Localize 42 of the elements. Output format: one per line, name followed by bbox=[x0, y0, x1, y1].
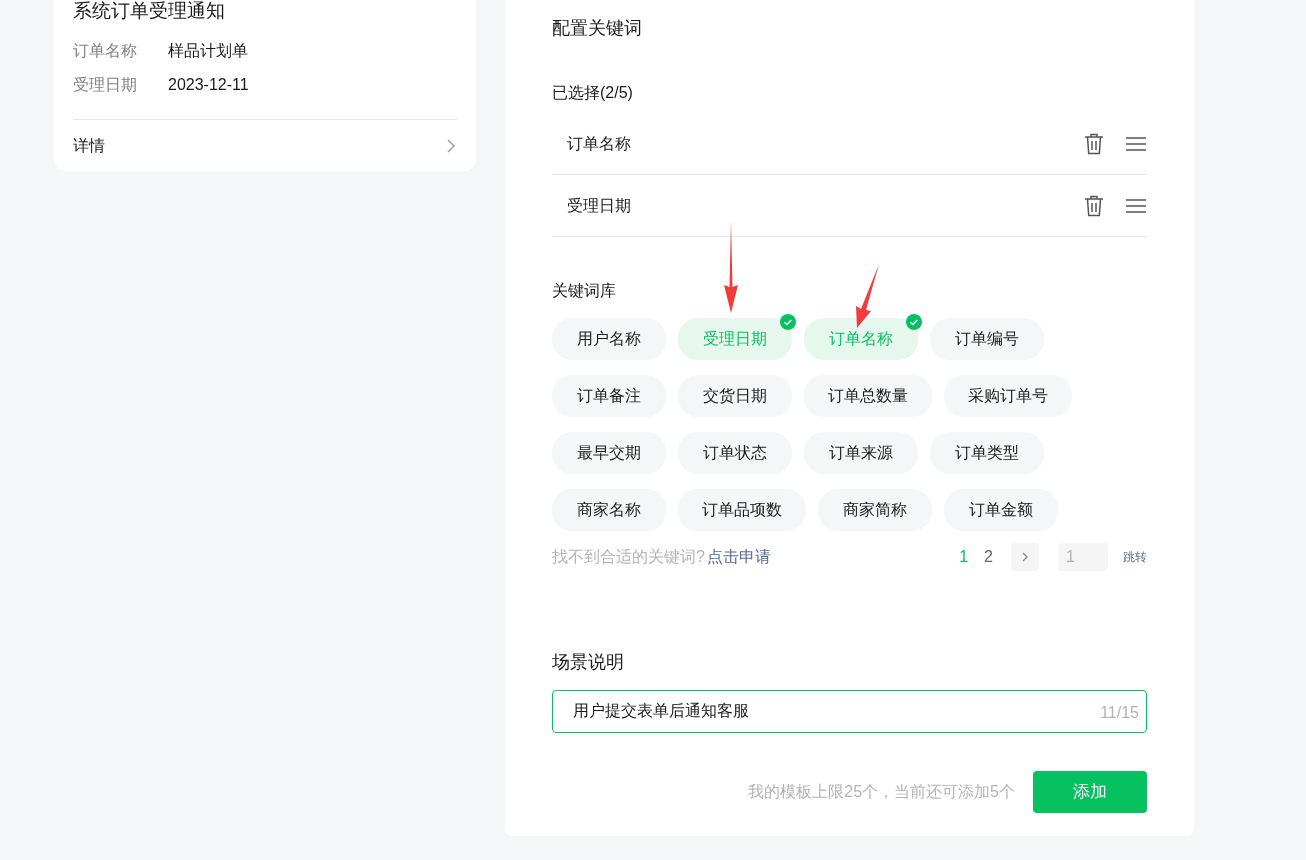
keyword-chip[interactable]: 订单品项数 bbox=[678, 489, 806, 531]
selected-keyword: 订单名称 bbox=[567, 133, 632, 154]
keyword-chip[interactable]: 商家名称 bbox=[552, 489, 666, 531]
field-label: 受理日期 bbox=[73, 75, 138, 95]
quota-text: 我的模板上限25个，当前还可添加5个 bbox=[748, 782, 1015, 802]
section-heading: 关键词库 bbox=[552, 281, 617, 301]
character-counter: 11/15 bbox=[1100, 703, 1139, 723]
keyword-chip[interactable]: 用户名称 bbox=[552, 318, 666, 360]
page-jump-field[interactable]: 1 bbox=[1058, 543, 1108, 571]
page-number[interactable]: 2 bbox=[984, 545, 993, 569]
trash-icon[interactable] bbox=[1084, 194, 1104, 217]
selected-keyword: 受理日期 bbox=[567, 195, 632, 216]
field-value: 样品计划单 bbox=[168, 41, 248, 61]
section-title: 场景说明 bbox=[552, 651, 625, 674]
jump-link[interactable]: 跳转 bbox=[1123, 548, 1147, 566]
field-label: 订单名称 bbox=[73, 41, 138, 61]
keyword-chip[interactable]: 商家简称 bbox=[818, 489, 932, 531]
chevron-right-icon bbox=[1022, 552, 1028, 562]
check-badge-icon bbox=[906, 314, 922, 330]
keyword-chip[interactable]: 采购订单号 bbox=[944, 375, 1072, 417]
drag-handle-icon[interactable] bbox=[1125, 136, 1147, 151]
keyword-chip[interactable]: 订单金额 bbox=[944, 489, 1058, 531]
drag-handle-icon[interactable] bbox=[1125, 198, 1147, 213]
keyword-chip[interactable]: 订单备注 bbox=[552, 375, 666, 417]
keyword-chip[interactable]: 订单总数量 bbox=[804, 375, 932, 417]
chevron-right-icon bbox=[447, 138, 455, 153]
keyword-chip[interactable]: 交货日期 bbox=[678, 375, 792, 417]
trash-icon[interactable] bbox=[1084, 132, 1104, 155]
details-link[interactable]: 详情 bbox=[73, 133, 105, 158]
hint-text: 找不到合适的关键词? bbox=[552, 547, 705, 567]
preview-title: 系统订单受理通知 bbox=[73, 0, 226, 23]
check-badge-icon bbox=[780, 314, 796, 330]
keyword-chip[interactable]: 订单来源 bbox=[804, 432, 918, 474]
keyword-chip[interactable]: 订单编号 bbox=[930, 318, 1044, 360]
keyword-chip[interactable]: 订单状态 bbox=[678, 432, 792, 474]
keyword-chip[interactable]: 订单类型 bbox=[930, 432, 1044, 474]
keyword-chip[interactable]: 最早交期 bbox=[552, 432, 666, 474]
section-title: 配置关键词 bbox=[552, 17, 643, 40]
apply-link[interactable]: 点击申请 bbox=[706, 545, 771, 569]
annotation-arrow bbox=[854, 264, 880, 328]
section-heading: 已选择(2/5) bbox=[552, 83, 634, 103]
field-value: 2023-12-11 bbox=[168, 75, 249, 95]
